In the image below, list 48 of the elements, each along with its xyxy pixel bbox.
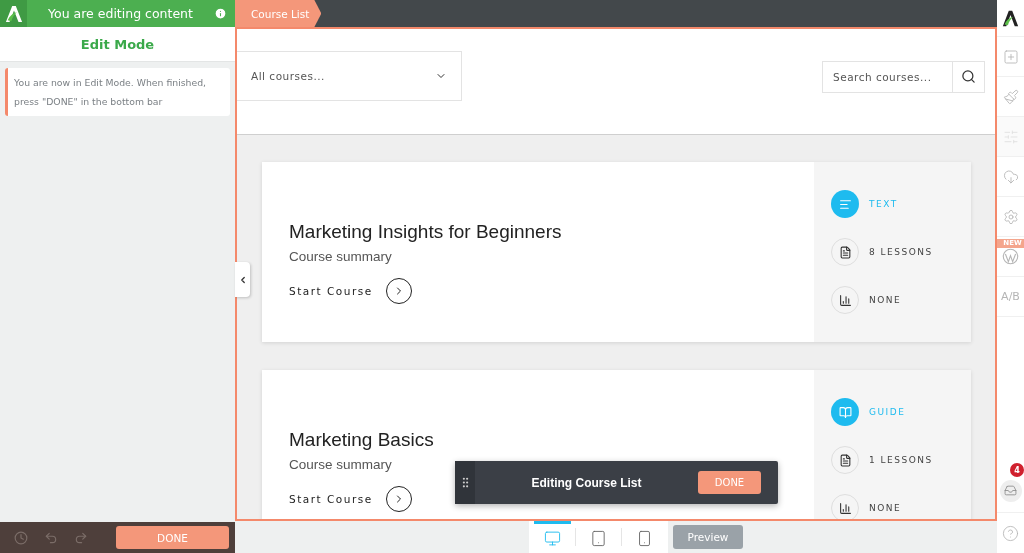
course-meta-label: NONE xyxy=(869,295,902,305)
inbox-icon xyxy=(1004,484,1017,497)
editing-banner-title: You are editing content xyxy=(47,6,194,21)
ab-test-icon[interactable]: A/B xyxy=(1001,290,1020,303)
done-button[interactable]: DONE xyxy=(698,471,761,494)
search-icon[interactable] xyxy=(961,69,976,84)
search-bar[interactable]: Search courses... xyxy=(822,60,985,93)
sliders-icon[interactable] xyxy=(1002,128,1019,145)
settings-icon[interactable] xyxy=(1002,208,1019,225)
course-meta-label: 8 LESSONS xyxy=(869,247,933,257)
monitor-icon xyxy=(544,530,561,547)
brush-icon[interactable] xyxy=(1002,88,1019,105)
history-icon[interactable] xyxy=(14,530,28,545)
done-button[interactable]: DONE xyxy=(116,526,229,549)
course-summary: Course summary xyxy=(289,248,392,264)
tablet-icon xyxy=(590,530,607,547)
course-filter-select[interactable]: All courses... xyxy=(237,50,462,101)
cloud-download-icon[interactable] xyxy=(1002,168,1019,185)
info-icon[interactable] xyxy=(214,7,227,20)
document-icon xyxy=(831,446,859,474)
bar-chart-icon xyxy=(831,286,859,314)
undo-icon[interactable] xyxy=(44,530,58,545)
course-title: Marketing Basics xyxy=(289,428,434,451)
phone-icon xyxy=(636,530,653,547)
help-icon[interactable] xyxy=(1002,524,1019,542)
text-lines-icon xyxy=(831,190,859,218)
collapse-sidebar-handle[interactable] xyxy=(235,262,250,297)
document-icon xyxy=(831,238,859,266)
course-title: Marketing Insights for Beginners xyxy=(289,220,562,243)
breadcrumb-tab[interactable]: Course List xyxy=(235,0,322,27)
book-icon xyxy=(831,398,859,426)
course-meta-label: 1 LESSONS xyxy=(869,455,933,465)
toolbar-title: Editing Course List xyxy=(530,475,643,490)
course-meta-label: NONE xyxy=(869,503,902,513)
logo-icon xyxy=(4,4,23,23)
add-icon[interactable] xyxy=(1002,48,1019,65)
logo-icon xyxy=(1002,9,1019,27)
course-meta-label: GUIDE xyxy=(869,407,906,417)
start-course-link[interactable]: Start Course xyxy=(289,485,412,512)
wordpress-icon[interactable] xyxy=(1002,248,1019,265)
redo-icon[interactable] xyxy=(74,530,88,545)
notification-count: 4 xyxy=(1010,463,1024,477)
course-meta-label: TEXT xyxy=(869,199,898,209)
inbox-button[interactable] xyxy=(999,479,1022,502)
edit-mode-notice: You are now in Edit Mode. When finished, press "DONE" in the bottom bar xyxy=(5,68,230,116)
start-course-link[interactable]: Start Course xyxy=(289,277,412,304)
course-summary: Course summary xyxy=(289,456,392,472)
edit-mode-title: Edit Mode xyxy=(0,27,235,62)
